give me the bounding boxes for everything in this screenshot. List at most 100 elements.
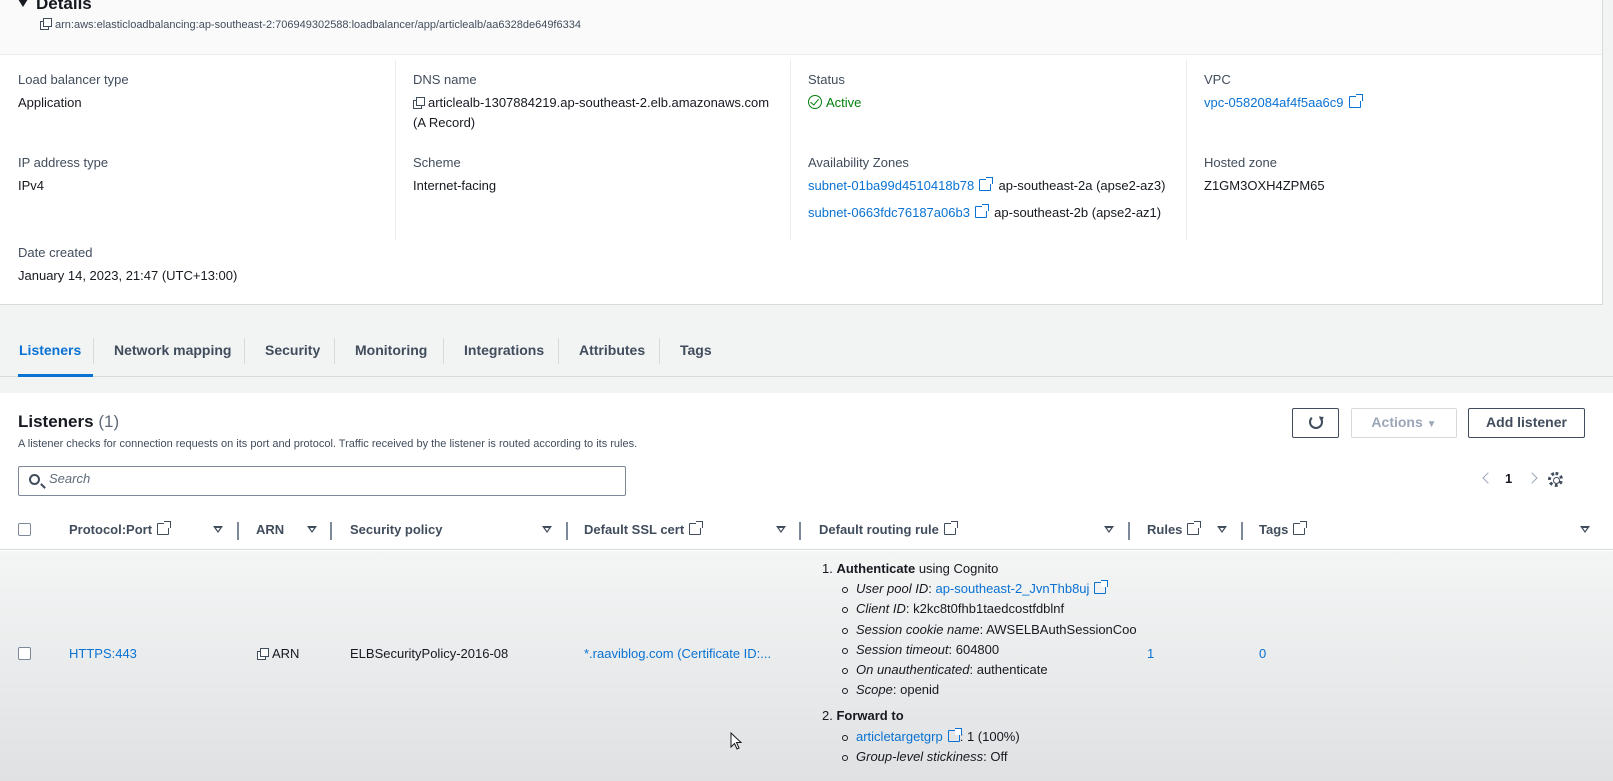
az-field: Availability Zones subnet-01ba99d4510418… [808,155,1165,223]
caret-down-icon [18,0,28,7]
rules-count-link[interactable]: 1 [1147,646,1154,661]
date-label: Date created [18,245,93,260]
vpc-field: VPC vpc-0582084af4f5aa6c9 [1204,72,1363,113]
external-link-icon [689,521,704,535]
target-group-link[interactable]: articletargetgrp [856,729,943,744]
rule-authenticate: 1. Authenticate using Cognito User pool … [822,559,1137,700]
tab-listeners[interactable]: Listeners [18,326,93,377]
vpc-label: VPC [1204,72,1231,87]
date-value: January 14, 2023, 21:47 (UTC+13:00) [18,268,238,283]
details-title: Details [36,0,92,13]
subnet-link[interactable]: subnet-01ba99d4510418b78 [808,178,974,193]
details-panel: Details arn:aws:elasticloadbalancing:ap-… [0,0,1603,305]
tab-security[interactable]: Security [265,326,320,377]
status-field: Status Active [808,72,861,113]
vpc-link[interactable]: vpc-0582084af4f5aa6c9 [1204,95,1344,110]
hosted-zone-label: Hosted zone [1204,155,1277,170]
sort-icon[interactable] [1217,526,1227,533]
user-pool-link[interactable]: ap-southeast-2_JvnThb8uj [935,581,1089,596]
status-text: Active [826,95,862,110]
page-number[interactable]: 1 [1505,471,1512,486]
next-page-icon[interactable] [1526,472,1538,484]
listeners-title-text: Listeners [18,412,94,431]
sort-icon[interactable] [1104,526,1114,533]
add-listener-button[interactable]: Add listener [1468,408,1585,438]
refresh-icon [1308,415,1323,429]
az-zone: ap-southeast-2b (apse2-az1) [994,205,1162,220]
details-toggle[interactable]: Details [18,0,92,14]
external-link-icon [157,521,172,535]
dns-field: DNS name articlealb-1307884219.ap-southe… [413,72,769,133]
sort-icon[interactable] [307,526,317,533]
select-all-checkbox[interactable] [18,523,31,536]
listeners-description: A listener checks for connection request… [18,438,638,450]
col-security-policy[interactable]: Security policy [350,522,442,537]
table-row[interactable]: HTTPS:443 ARN ELBSecurityPolicy-2016-08 … [0,551,1613,781]
subnet-link[interactable]: subnet-0663fdc76187a06b3 [808,205,970,220]
routing-rule: 1. Authenticate using Cognito User pool … [822,559,1137,767]
protocol-port-link[interactable]: HTTPS:443 [69,646,137,661]
listeners-title: Listeners (1) [18,412,119,432]
copy-icon[interactable] [40,18,52,30]
col-tags[interactable]: Tags [1259,521,1308,537]
arn-copy[interactable]: ARN [257,646,299,661]
ssl-cert-link[interactable]: *.raaviblog.com (Certificate ID:... [584,646,771,661]
user-pool-item: User pool ID: ap-southeast-2_JvnThb8uj [840,579,1137,599]
scheme-label: Scheme [413,155,461,170]
az-zone: ap-southeast-2a (apse2-az3) [998,178,1166,193]
target-group-item: articletargetgrp: 1 (100%) [840,727,1137,747]
tab-integrations[interactable]: Integrations [464,326,544,377]
stickiness-item: Group-level stickiness: Off [840,747,1137,767]
tab-tags[interactable]: Tags [680,326,712,377]
external-link-icon[interactable] [947,727,962,742]
col-arn[interactable]: ARN [256,522,284,537]
listeners-panel: Listeners (1) A listener checks for conn… [0,393,1613,781]
external-link-icon[interactable] [1348,94,1363,108]
dns-record: (A Record) [413,115,476,130]
scheme-field: Scheme Internet-facing [413,155,496,196]
search-input[interactable] [49,471,609,486]
ip-type-value: IPv4 [18,178,45,193]
sort-icon[interactable] [776,526,786,533]
tab-attributes[interactable]: Attributes [579,326,645,377]
refresh-button[interactable] [1292,408,1339,438]
tags-count-link[interactable]: 0 [1259,646,1266,661]
date-created-field: Date created January 14, 2023, 21:47 (UT… [18,245,237,286]
previous-page-icon[interactable] [1482,472,1494,484]
cookie-name-item: Session cookie name: AWSELBAuthSessionCo… [840,620,1137,640]
rule-forward: 2. Forward to articletargetgrp: 1 (100%)… [822,706,1137,767]
dns-value: articlealb-1307884219.ap-southeast-2.elb… [413,93,769,133]
caret-down-icon: ▼ [1426,419,1437,430]
tab-monitoring[interactable]: Monitoring [355,326,427,377]
hosted-zone-field: Hosted zone Z1GM3OXH4ZPM65 [1204,155,1325,196]
status-label: Status [808,72,845,87]
scope-item: Scope: openid [840,680,1137,700]
sort-icon[interactable] [213,526,223,533]
row-checkbox[interactable] [18,647,31,660]
col-protocol-port[interactable]: Protocol:Port [69,521,172,537]
ip-type-field: IP address type IPv4 [18,155,108,196]
az-item: subnet-0663fdc76187a06b3 ap-southeast-2b… [808,203,1165,223]
col-rules[interactable]: Rules [1147,521,1202,537]
scheme-value: Internet-facing [413,178,497,193]
lb-arn-text: arn:aws:elasticloadbalancing:ap-southeas… [55,19,581,31]
col-default-routing-rule[interactable]: Default routing rule [819,521,958,537]
external-link-icon[interactable] [974,204,989,218]
settings-gear-icon[interactable] [1548,472,1563,487]
search-field[interactable] [18,466,626,496]
external-link-icon[interactable] [979,177,994,191]
sort-icon[interactable] [1580,526,1590,533]
lb-type-value: Application [18,95,82,110]
tab-network-mapping[interactable]: Network mapping [114,326,231,377]
col-default-ssl-cert[interactable]: Default SSL cert [584,521,704,537]
copy-icon[interactable] [413,97,425,109]
sort-icon[interactable] [542,526,552,533]
external-link-icon [1293,521,1308,535]
lb-type-field: Load balancer type Application [18,72,129,113]
client-id-item: Client ID: k2kc8t0fhb1taedcostfdblnf [840,599,1137,619]
copy-icon[interactable] [257,648,269,660]
actions-button[interactable]: Actions ▼ [1351,408,1457,438]
external-link-icon[interactable] [1094,580,1109,595]
lb-arn: arn:aws:elasticloadbalancing:ap-southeas… [40,18,581,31]
dns-label: DNS name [413,72,477,87]
